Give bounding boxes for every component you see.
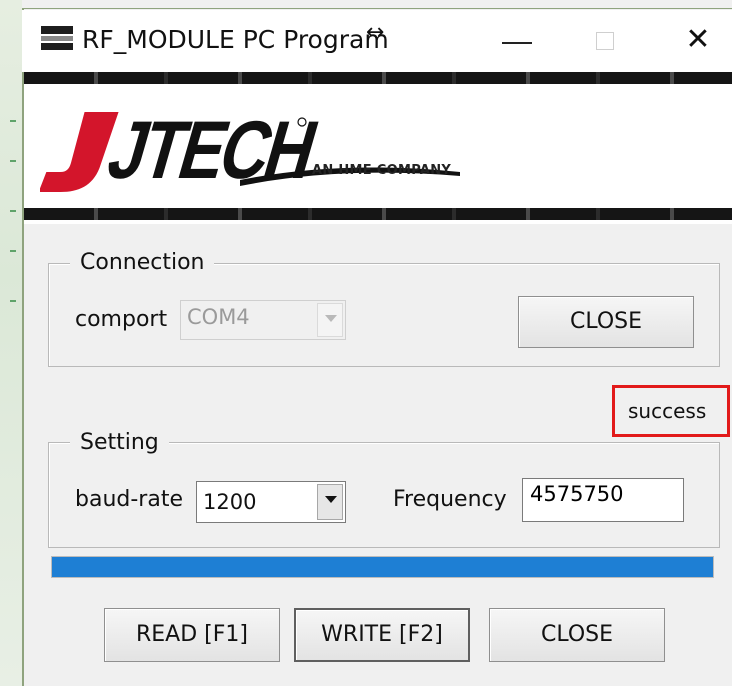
read-button[interactable]: READ [F1] [104, 608, 280, 662]
frequency-input[interactable]: 4575750 [522, 478, 684, 522]
baud-rate-label: baud-rate [75, 487, 183, 512]
close-button[interactable]: CLOSE [489, 608, 665, 662]
maximize-button [578, 14, 638, 66]
setting-legend: Setting [70, 430, 169, 455]
chevron-down-icon [317, 303, 343, 337]
connection-close-button[interactable]: CLOSE [518, 296, 694, 348]
comport-select: COM4 [180, 300, 346, 340]
baud-rate-value: 1200 [203, 490, 257, 514]
status-text: success [628, 399, 707, 423]
jtech-logo: JTECH [40, 104, 460, 196]
chevron-down-icon[interactable] [317, 484, 343, 520]
resize-cursor-icon: ↔ [366, 20, 385, 45]
progress-fill [52, 557, 713, 577]
close-window-button[interactable]: ✕ [668, 14, 728, 66]
minimize-button[interactable] [488, 14, 548, 66]
write-button[interactable]: WRITE [F2] [294, 608, 470, 662]
desktop-background [0, 0, 22, 686]
comport-value: COM4 [187, 305, 250, 329]
frequency-label: Frequency [393, 487, 507, 512]
app-icon [41, 26, 73, 50]
progress-bar [51, 556, 714, 578]
baud-rate-select[interactable]: 1200 [196, 481, 346, 523]
comport-label: comport [75, 307, 168, 332]
logo-tagline: AN HME COMPANY [312, 163, 452, 178]
logo-wordmark: JTECH [99, 104, 325, 196]
connection-legend: Connection [70, 250, 215, 275]
window-title: RF_MODULE PC Program [82, 25, 389, 54]
